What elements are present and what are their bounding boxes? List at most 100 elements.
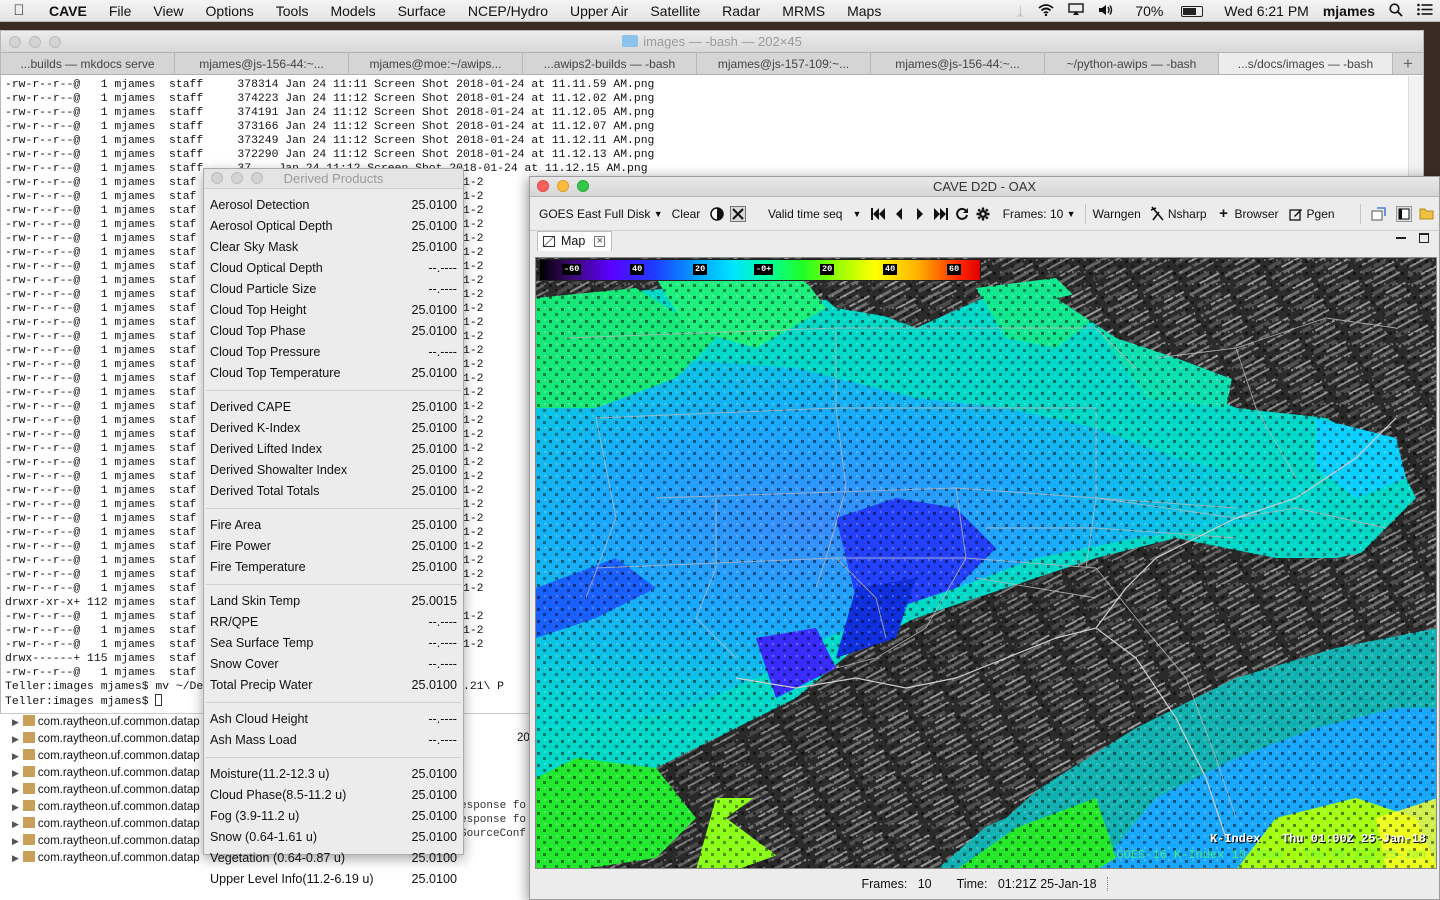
derived-product-item[interactable]: Snow (0.64-1.61 u) 25.0100 xyxy=(204,827,463,848)
open-perspective-icon[interactable] xyxy=(1371,206,1387,222)
minimize-pane-icon[interactable] xyxy=(1396,233,1406,239)
new-tab-button[interactable]: + xyxy=(1393,53,1423,74)
derived-product-item[interactable]: Fire Power 25.0100 xyxy=(204,536,463,557)
derived-product-item[interactable]: Clear Sky Mask 25.0100 xyxy=(204,237,463,258)
terminal-tab[interactable]: mjames@js-157-109:~... xyxy=(697,53,871,74)
tree-item[interactable]: ▶ com.raytheon.uf.common.datap xyxy=(0,731,205,748)
derived-product-item[interactable]: RR/QPE --.---- xyxy=(204,612,463,633)
expand-arrow-icon[interactable]: ▶ xyxy=(12,717,19,727)
tree-item[interactable]: ▶ com.raytheon.uf.common.datap xyxy=(0,714,205,731)
terminal-tab[interactable]: mjames@moe:~/awips... xyxy=(349,53,523,74)
menu-app-name[interactable]: CAVE xyxy=(38,0,98,22)
zoom-button[interactable] xyxy=(577,180,589,192)
loop-mode-dropdown[interactable]: Valid time seq ▼ xyxy=(768,207,861,221)
terminal-tab[interactable]: ...s/docs/images — -bash xyxy=(1219,53,1393,74)
zoom-button[interactable] xyxy=(251,172,263,184)
frames-dropdown[interactable]: Frames: 10 ▼ xyxy=(1003,207,1076,221)
spotlight-search-icon[interactable] xyxy=(1389,2,1403,20)
derived-product-item[interactable]: Cloud Optical Depth --.---- xyxy=(204,258,463,279)
derived-product-item[interactable]: Moisture(11.2-12.3 u) 25.0100 xyxy=(204,764,463,785)
zoom-button[interactable] xyxy=(49,36,61,48)
product-legend-secondary[interactable]: GOES-16 K-Index 10.35um Thu 01:21Z 25-Ja… xyxy=(1116,848,1426,862)
derived-product-item[interactable]: Ash Mass Load --.---- xyxy=(204,730,463,751)
derived-product-item[interactable]: Cloud Particle Size --.---- xyxy=(204,279,463,300)
expand-arrow-icon[interactable]: ▶ xyxy=(12,819,19,829)
notification-center-icon[interactable] xyxy=(1417,3,1433,19)
derived-product-item[interactable]: Cloud Top Phase 25.0100 xyxy=(204,321,463,342)
derived-products-titlebar[interactable]: Derived Products xyxy=(204,169,463,189)
derived-product-item[interactable]: Ash Cloud Height --.---- xyxy=(204,709,463,730)
derived-product-item[interactable]: Cloud Phase(8.5-11.2 u) 25.0100 xyxy=(204,785,463,806)
tree-item[interactable]: ▶ com.raytheon.uf.common.datap xyxy=(0,850,205,867)
expand-arrow-icon[interactable]: ▶ xyxy=(12,751,19,761)
menu-maps[interactable]: Maps xyxy=(836,0,892,22)
expand-arrow-icon[interactable]: ▶ xyxy=(12,734,19,744)
clear-button[interactable]: Clear xyxy=(672,207,701,221)
menu-options[interactable]: Options xyxy=(195,0,265,22)
menubar-clock[interactable]: Wed 6:21 PM xyxy=(1224,3,1309,19)
bluetooth-icon[interactable]: ᛣ xyxy=(1016,3,1024,19)
derived-product-item[interactable]: Snow Cover --.---- xyxy=(204,654,463,675)
derived-product-item[interactable]: Upper Level Info(11.2-6.19 u) 25.0100 xyxy=(204,869,463,890)
derived-product-item[interactable]: Cloud Top Pressure --.---- xyxy=(204,342,463,363)
minimize-button[interactable] xyxy=(557,180,569,192)
derived-product-item[interactable]: Derived CAPE 25.0100 xyxy=(204,397,463,418)
step-forward-icon[interactable] xyxy=(912,206,928,222)
menu-file[interactable]: File xyxy=(98,0,143,22)
product-legend[interactable]: K-Index Thu 01:00Z 25-Jan-18 xyxy=(1210,832,1426,846)
fullscreen-toggle-icon[interactable] xyxy=(730,205,746,222)
tree-item[interactable]: ▶ com.raytheon.uf.common.datap xyxy=(0,816,205,833)
derived-product-item[interactable]: Cloud Top Height 25.0100 xyxy=(204,300,463,321)
projection-dropdown[interactable]: GOES East Full Disk ▼ xyxy=(539,207,663,221)
step-back-icon[interactable] xyxy=(891,206,907,222)
derived-product-item[interactable]: Aerosol Optical Depth 25.0100 xyxy=(204,216,463,237)
terminal-titlebar[interactable]: images — -bash — 202×45 xyxy=(1,31,1423,53)
terminal-tab[interactable]: ~/python-awips — -bash xyxy=(1045,53,1219,74)
browser-button[interactable]: + Browser xyxy=(1216,205,1278,222)
derived-product-item[interactable]: Vegetation (0.64-0.87 u) 25.0100 xyxy=(204,848,463,869)
derived-product-item[interactable]: Derived Lifted Index 25.0100 xyxy=(204,439,463,460)
last-frame-icon[interactable] xyxy=(933,206,949,222)
terminal-tab[interactable]: mjames@js-156-44:~... xyxy=(175,53,349,74)
menu-mrms[interactable]: MRMS xyxy=(771,0,836,22)
expand-arrow-icon[interactable]: ▶ xyxy=(12,802,19,812)
close-button[interactable] xyxy=(9,36,21,48)
apple-icon[interactable]:  xyxy=(0,2,38,19)
volume-icon[interactable] xyxy=(1098,3,1114,19)
minimize-button[interactable] xyxy=(231,172,243,184)
close-button[interactable] xyxy=(211,172,223,184)
menubar-user[interactable]: mjames xyxy=(1323,3,1375,19)
tree-item[interactable]: ▶ com.raytheon.uf.common.datap xyxy=(0,782,205,799)
expand-arrow-icon[interactable]: ▶ xyxy=(12,853,19,863)
derived-product-item[interactable]: Aerosol Detection 25.0100 xyxy=(204,195,463,216)
derived-product-item[interactable]: Fire Area 25.0100 xyxy=(204,515,463,536)
terminal-tab[interactable]: ...awips2-builds — -bash xyxy=(523,53,697,74)
map-tab[interactable]: Map × xyxy=(537,231,613,251)
maximize-pane-icon[interactable] xyxy=(1419,233,1429,243)
first-frame-icon[interactable] xyxy=(870,206,886,222)
derived-product-item[interactable]: Total Precip Water 25.0100 xyxy=(204,675,463,696)
derived-product-item[interactable]: Cloud Top Temperature 25.0100 xyxy=(204,363,463,384)
loop-icon[interactable] xyxy=(954,206,970,222)
tree-item[interactable]: ▶ com.raytheon.uf.common.datap xyxy=(0,833,205,850)
derived-product-item[interactable]: Derived K-Index 25.0100 xyxy=(204,418,463,439)
derived-product-item[interactable]: Sea Surface Temp --.---- xyxy=(204,633,463,654)
airplay-icon[interactable] xyxy=(1068,3,1085,19)
minimize-button[interactable] xyxy=(29,36,41,48)
menu-satellite[interactable]: Satellite xyxy=(639,0,711,22)
derived-product-item[interactable]: Fire Temperature 25.0100 xyxy=(204,557,463,578)
menu-surface[interactable]: Surface xyxy=(387,0,457,22)
derived-product-item[interactable]: Fog (3.9-11.2 u) 25.0100 xyxy=(204,806,463,827)
nsharp-button[interactable]: Nsharp xyxy=(1150,206,1207,222)
warngen-button[interactable]: Warngen xyxy=(1093,207,1141,221)
terminal-tab[interactable]: ...builds — mkdocs serve xyxy=(1,53,175,74)
menu-models[interactable]: Models xyxy=(319,0,386,22)
menu-view[interactable]: View xyxy=(142,0,194,22)
folder-icon[interactable] xyxy=(1418,206,1434,222)
terminal-tab[interactable]: mjames@js-156-44:~... xyxy=(871,53,1045,74)
derived-product-item[interactable]: Land Skin Temp 25.0015 xyxy=(204,591,463,612)
settings-gear-icon[interactable] xyxy=(975,206,991,222)
tree-item[interactable]: ▶ com.raytheon.uf.common.datap xyxy=(0,799,205,816)
tree-item[interactable]: ▶ com.raytheon.uf.common.datap xyxy=(0,765,205,782)
expand-arrow-icon[interactable]: ▶ xyxy=(12,768,19,778)
